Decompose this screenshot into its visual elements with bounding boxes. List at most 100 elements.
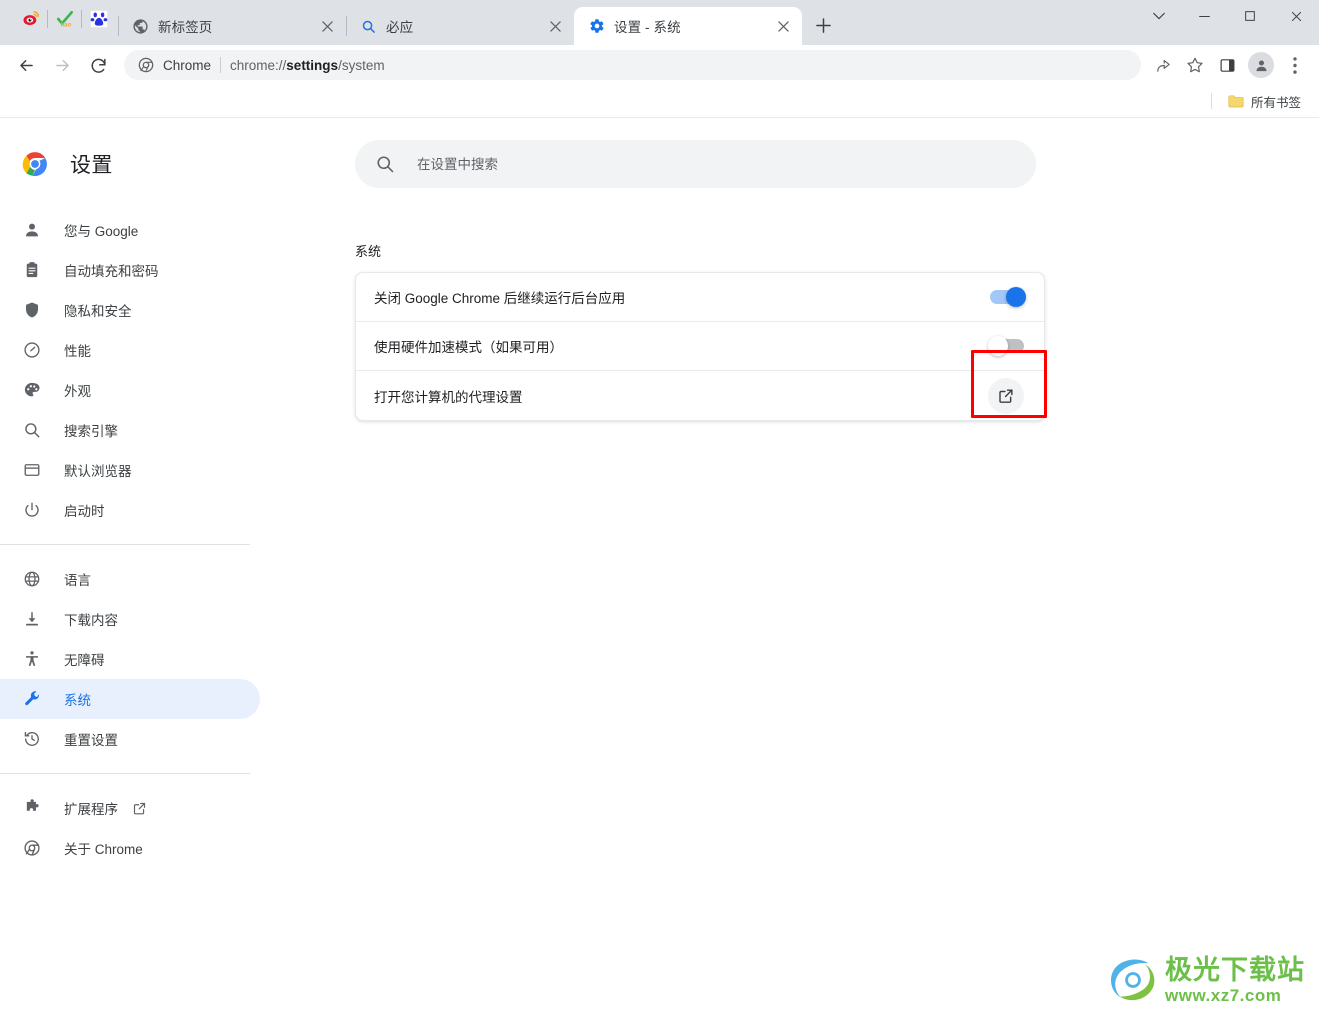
search-icon [22, 420, 42, 440]
sidebar-item-label: 搜索引擎 [64, 424, 118, 439]
new-tab-button[interactable] [808, 10, 838, 40]
tab-close-button[interactable] [774, 17, 792, 35]
search-icon [375, 154, 395, 174]
profile-avatar[interactable] [1248, 52, 1274, 78]
sidebar-item-autofill-passwords[interactable]: 自动填充和密码 [0, 250, 260, 290]
pinned-tab-hao123[interactable]: hao [47, 4, 82, 34]
sidebar-item-search-engine[interactable]: 搜索引擎 [0, 410, 260, 450]
sidebar-divider-2 [0, 773, 250, 774]
pinned-tab-baidu[interactable] [81, 4, 116, 34]
sidebar-item-extensions[interactable]: 扩展程序 [0, 788, 260, 828]
search-input[interactable] [417, 156, 1016, 172]
sidebar-item-reset-settings[interactable]: 重置设置 [0, 719, 260, 759]
sidebar-item-downloads[interactable]: 下载内容 [0, 599, 260, 639]
sidebar-item-on-startup[interactable]: 启动时 [0, 490, 260, 530]
row-background-apps[interactable]: 关闭 Google Chrome 后继续运行后台应用 [356, 273, 1044, 322]
baidu-icon [90, 10, 108, 28]
accessibility-icon [22, 649, 42, 669]
settings-nav-group-3: 扩展程序 关于 Chrome [0, 788, 260, 868]
bookmarks-divider [1210, 93, 1212, 109]
star-icon[interactable] [1179, 49, 1211, 81]
sidebar-item-accessibility[interactable]: 无障碍 [0, 639, 260, 679]
chrome-logo-icon [22, 152, 47, 176]
sidebar-item-label: 下载内容 [64, 613, 118, 628]
minimize-button[interactable] [1181, 0, 1227, 32]
settings-brand: 设置 [0, 136, 260, 192]
back-button[interactable] [10, 49, 42, 81]
sidebar-item-label: 外观 [64, 384, 91, 399]
speedometer-icon [22, 340, 42, 360]
sidebar-item-languages[interactable]: 语言 [0, 559, 260, 599]
sidebar-item-label: 隐私和安全 [64, 304, 132, 319]
globe-icon [132, 18, 149, 35]
all-bookmarks-label: 所有书签 [1250, 95, 1301, 110]
toggle-knob [1006, 287, 1026, 307]
sidebar-item-about-chrome[interactable]: 关于 Chrome [0, 828, 260, 868]
bookmarks-bar: 所有书签 [0, 85, 1319, 118]
maximize-button[interactable] [1227, 0, 1273, 32]
settings-nav-group-2: 语言 下载内容 无障碍 系统 重置设置 [0, 559, 260, 759]
sidebar-item-system[interactable]: 系统 [0, 679, 260, 719]
omnibox-separator [220, 57, 222, 73]
sidebar-item-you-and-google[interactable]: 您与 Google [0, 210, 260, 250]
tab-search-button[interactable] [1137, 0, 1181, 32]
reload-button[interactable] [82, 49, 114, 81]
sidebar-item-privacy-security[interactable]: 隐私和安全 [0, 290, 260, 330]
system-settings-card: 关闭 Google Chrome 后继续运行后台应用 使用硬件加速模式（如果可用… [355, 272, 1047, 421]
sidebar-item-label: 您与 Google [64, 224, 139, 239]
row-label: 打开您计算机的代理设置 [374, 389, 523, 405]
pinned-tab-weibo[interactable] [14, 4, 48, 34]
chrome-outline-icon [138, 57, 154, 73]
tab-title: 设置 - 系统 [614, 20, 681, 35]
omnibox-url: chrome://settings/system [230, 57, 385, 73]
watermark-logo-icon [1110, 959, 1155, 1001]
tab-strip: hao 新标签页 必应 设置 - 系统 [0, 0, 1319, 45]
all-bookmarks-button[interactable]: 所有书签 [1222, 88, 1307, 115]
search-icon [360, 18, 377, 35]
settings-page: 设置 您与 Google 自动填充和密码 隐私和安全 性能 外观 搜索引擎 默认… [0, 118, 1319, 1013]
browser-window-icon [22, 460, 42, 480]
tab-close-button[interactable] [318, 17, 336, 35]
settings-search-bar[interactable] [355, 140, 1036, 188]
tab-settings-system[interactable]: 设置 - 系统 [574, 7, 802, 45]
site-watermark: 极光下载站 www.xz7.com [1105, 955, 1305, 1005]
toggle-background-apps[interactable] [990, 287, 1026, 307]
side-panel-icon[interactable] [1211, 49, 1243, 81]
sidebar-item-label: 语言 [64, 573, 91, 588]
sidebar-item-label: 关于 Chrome [64, 842, 143, 857]
window-controls [1137, 0, 1319, 45]
external-link-icon [132, 801, 147, 816]
pinned-tabs: hao [0, 0, 118, 45]
sidebar-divider-1 [0, 544, 250, 545]
power-icon [22, 500, 42, 520]
settings-main: 系统 关闭 Google Chrome 后继续运行后台应用 使用硬件加速模式（如… [260, 118, 1319, 1013]
tab-close-button[interactable] [546, 17, 564, 35]
watermark-text: 极光下载站 www.xz7.com [1165, 956, 1305, 1005]
puzzle-icon [22, 798, 42, 818]
browser-toolbar: Chrome chrome://settings/system [0, 45, 1319, 85]
row-proxy-settings[interactable]: 打开您计算机的代理设置 [356, 350, 1047, 420]
sidebar-item-label: 扩展程序 [64, 802, 118, 817]
row-label: 使用硬件加速模式（如果可用） [374, 340, 563, 355]
open-proxy-settings-button[interactable] [988, 377, 1024, 414]
row-hardware-acceleration[interactable]: 使用硬件加速模式（如果可用） [356, 322, 1044, 371]
address-bar[interactable]: Chrome chrome://settings/system [124, 50, 1141, 80]
close-button[interactable] [1273, 0, 1319, 32]
tab-new-tab-page[interactable]: 新标签页 [118, 7, 346, 45]
chrome-menu-button[interactable] [1279, 49, 1311, 81]
forward-button[interactable] [46, 49, 78, 81]
svg-text:hao: hao [61, 23, 72, 29]
sidebar-item-label: 系统 [64, 693, 91, 708]
sidebar-item-performance[interactable]: 性能 [0, 330, 260, 370]
toggle-hardware-acceleration[interactable] [988, 336, 1024, 356]
wrench-icon [22, 689, 42, 709]
omnibox-chip-label: Chrome [163, 57, 212, 73]
gear-icon [588, 18, 605, 35]
watermark-url: www.xz7.com [1165, 985, 1282, 1005]
share-icon[interactable] [1147, 49, 1179, 81]
sidebar-item-default-browser[interactable]: 默认浏览器 [0, 450, 260, 490]
folder-icon [1228, 95, 1244, 108]
sidebar-item-appearance[interactable]: 外观 [0, 370, 260, 410]
tab-bing[interactable]: 必应 [346, 7, 574, 45]
sidebar-item-label: 默认浏览器 [64, 464, 132, 479]
